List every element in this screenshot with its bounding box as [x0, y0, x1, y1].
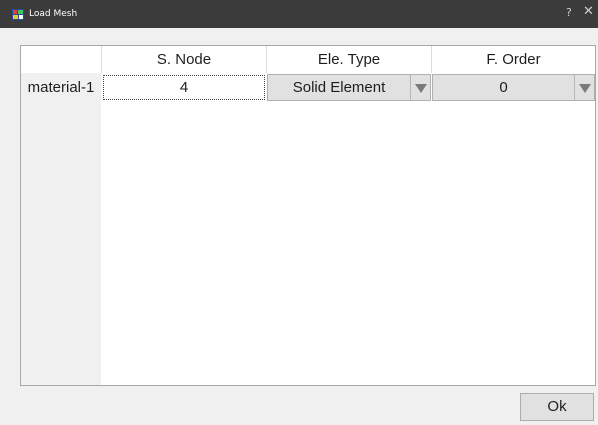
- ele-type-dropdown-button[interactable]: [410, 75, 430, 100]
- f-order-value: 0: [499, 79, 508, 96]
- column-header-s-node[interactable]: S. Node: [101, 46, 266, 73]
- row-header-material-1[interactable]: material-1: [21, 73, 101, 102]
- ok-button[interactable]: Ok: [520, 393, 594, 421]
- help-button[interactable]: ?: [566, 5, 572, 21]
- s-node-cell[interactable]: 4: [103, 75, 265, 100]
- ele-type-dropdown[interactable]: Solid Element: [267, 74, 431, 101]
- ele-type-value: Solid Element: [292, 79, 386, 96]
- window-title: Load Mesh: [29, 9, 78, 19]
- row-header-column: [21, 73, 101, 385]
- column-header-ele-type[interactable]: Ele. Type: [266, 46, 431, 73]
- chevron-down-icon: [579, 84, 591, 93]
- dialog-client-area: S. Node Ele. Type F. Order material-1 4 …: [0, 28, 598, 425]
- close-button[interactable]: ✕: [583, 4, 594, 20]
- title-bar: Load Mesh ? ✕: [0, 0, 598, 28]
- column-header-f-order[interactable]: F. Order: [431, 46, 595, 73]
- chevron-down-icon: [415, 84, 427, 93]
- corner-header: [21, 46, 101, 73]
- f-order-dropdown[interactable]: 0: [432, 74, 595, 101]
- f-order-dropdown-button[interactable]: [574, 75, 594, 100]
- app-window-icon: [12, 9, 24, 20]
- mesh-table: S. Node Ele. Type F. Order material-1 4 …: [20, 45, 596, 386]
